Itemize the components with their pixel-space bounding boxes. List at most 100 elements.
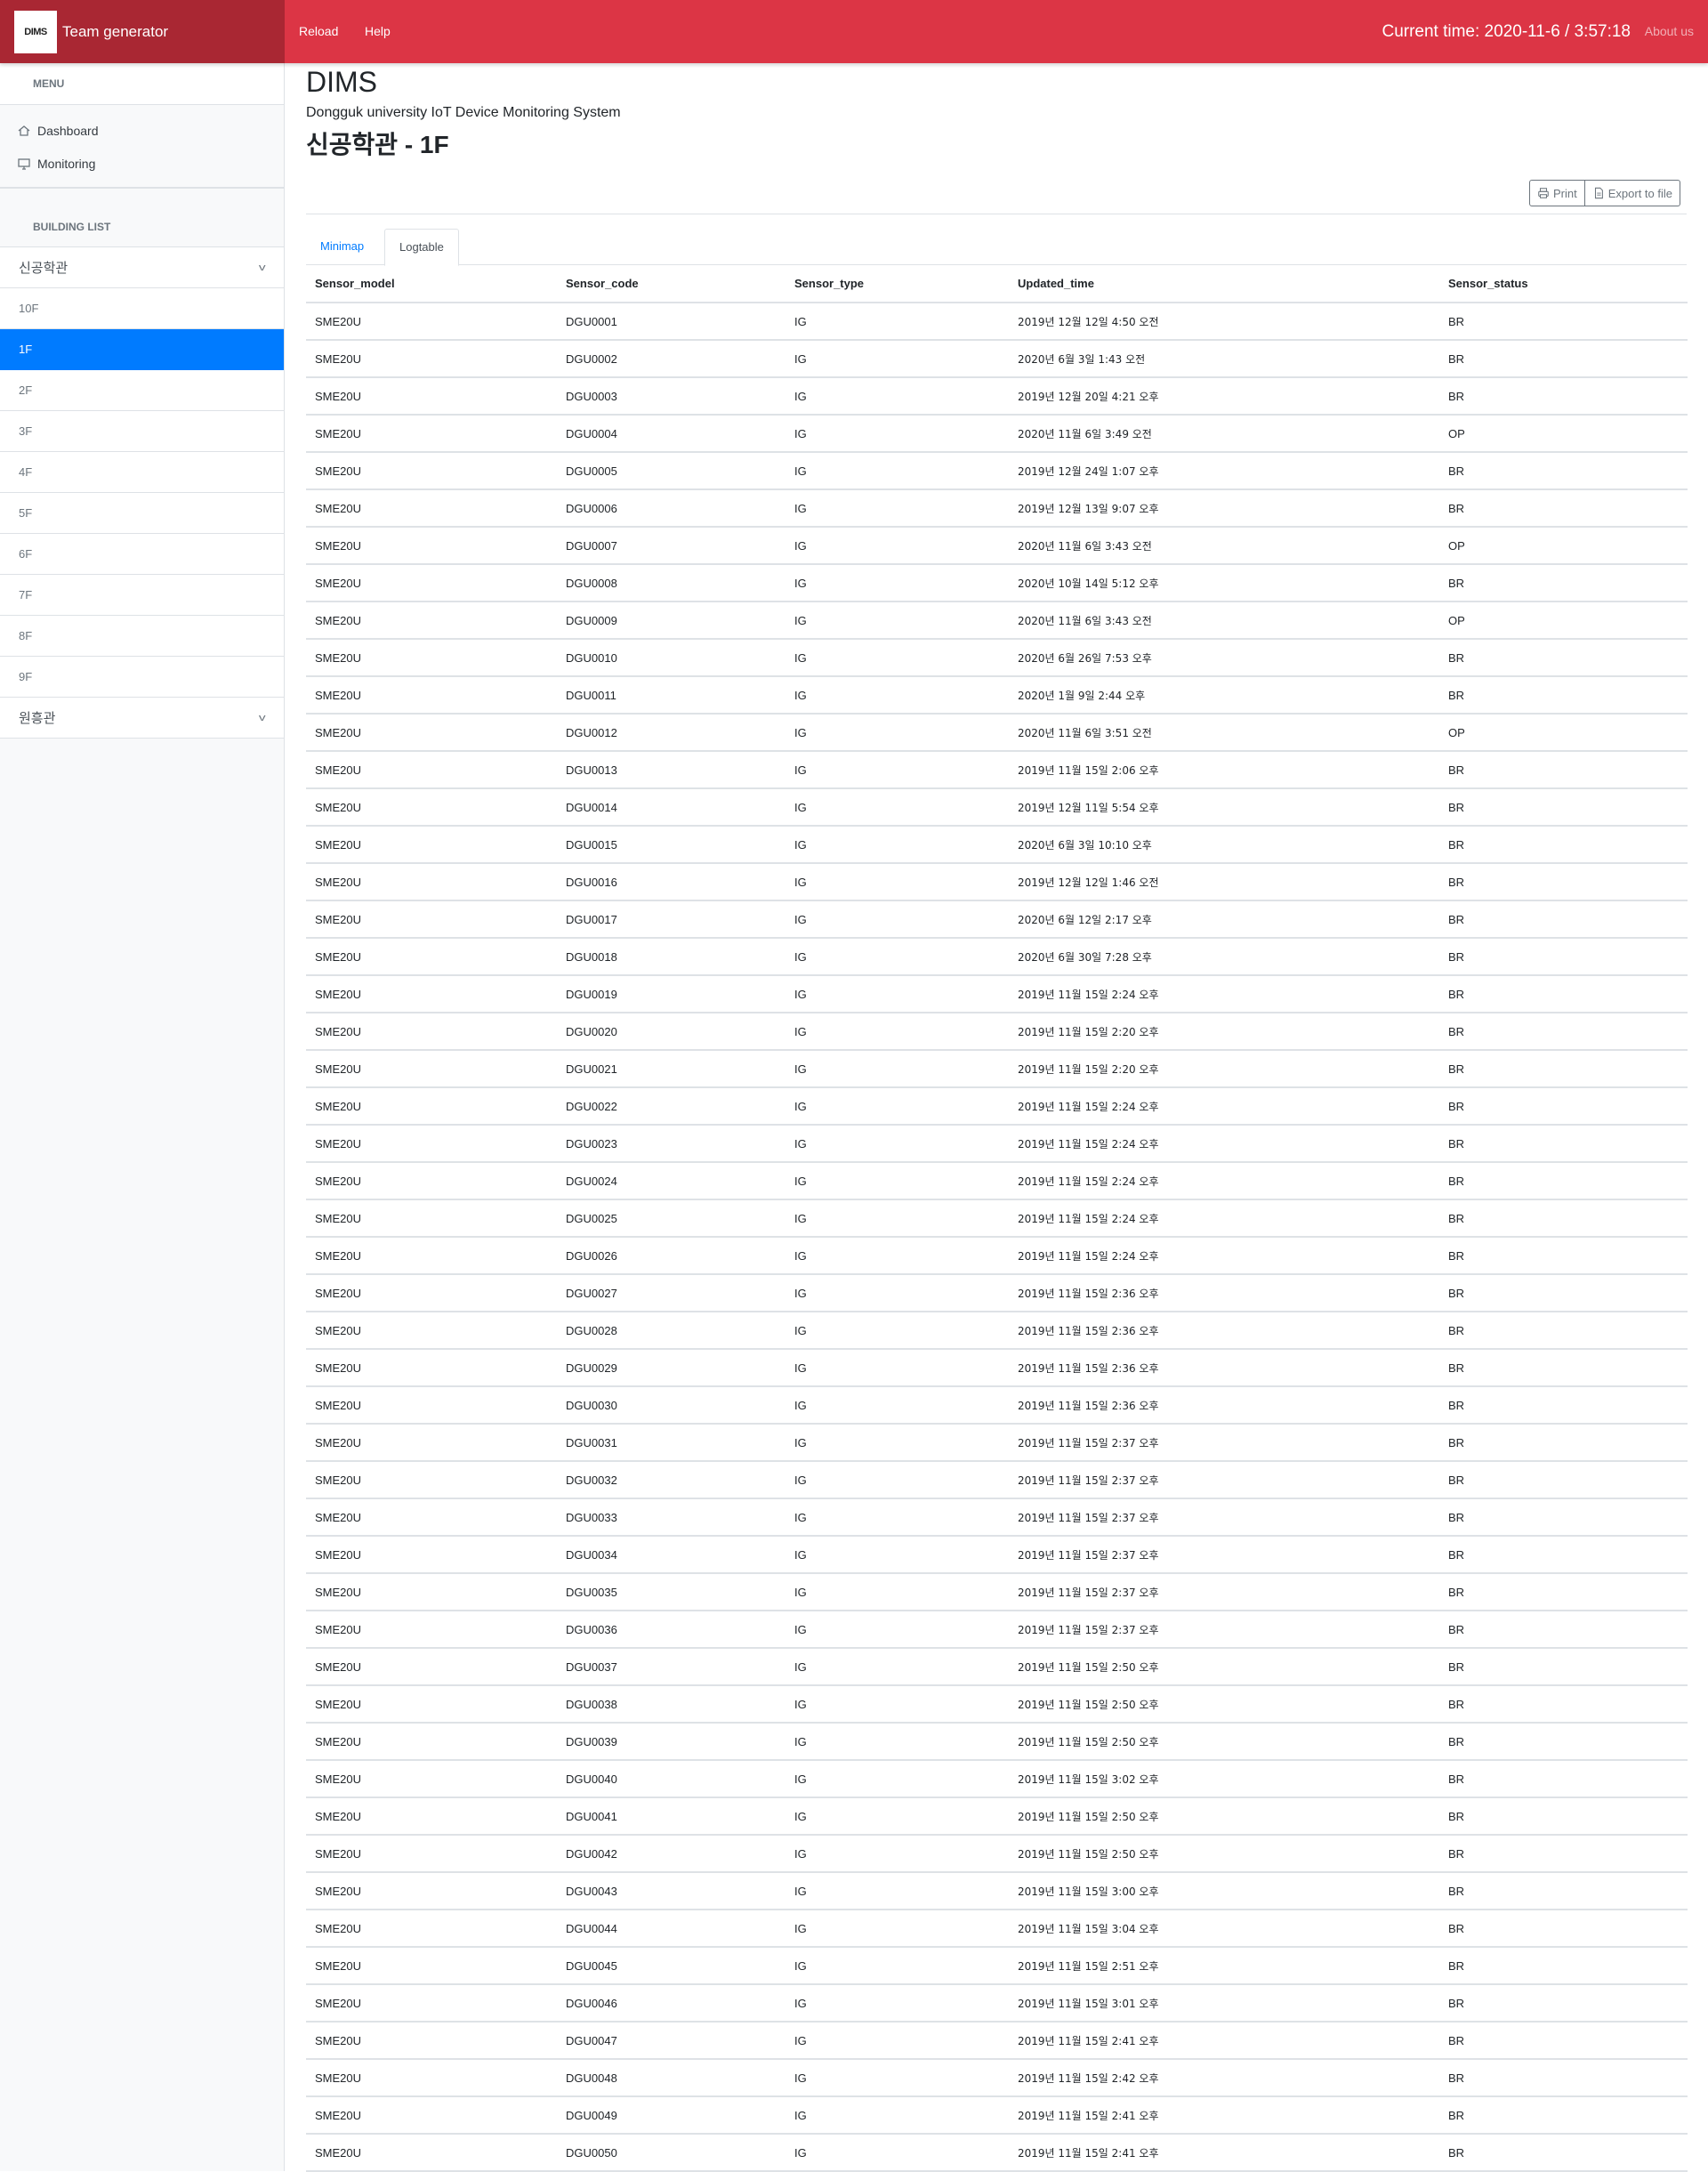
table-row[interactable]: SME20U DGU0011 IG 2020년 1월 9일 2:44 오후 BR [306, 676, 1688, 715]
about-us-link[interactable]: About us [1645, 0, 1694, 63]
table-row[interactable]: SME20U DGU0005 IG 2019년 12월 24일 1:07 오후 BR [306, 452, 1688, 490]
column-header-updated-time[interactable]: Updated_time [1009, 265, 1439, 303]
table-row[interactable]: SME20U DGU0037 IG 2019년 11월 15일 2:50 오후 BR [306, 1648, 1688, 1686]
floor-item-5f[interactable]: 5F [0, 493, 284, 534]
table-row[interactable]: SME20U DGU0046 IG 2019년 11월 15일 3:01 오후 BR [306, 1984, 1688, 2023]
help-link[interactable]: Help [365, 0, 391, 63]
table-row[interactable]: SME20U DGU0049 IG 2019년 11월 15일 2:41 오후 BR [306, 2096, 1688, 2135]
export-button[interactable]: Export to file [1584, 180, 1680, 206]
table-row[interactable]: SME20U DGU0009 IG 2020년 11월 6일 3:43 오전 OP [306, 602, 1688, 640]
table-row[interactable]: SME20U DGU0041 IG 2019년 11월 15일 2:50 오후 BR [306, 1797, 1688, 1836]
table-row[interactable]: SME20U DGU0027 IG 2019년 11월 15일 2:36 오후 BR [306, 1274, 1688, 1312]
table-row[interactable]: SME20U DGU0043 IG 2019년 11월 15일 3:00 오후 BR [306, 1872, 1688, 1910]
cell-sensor-model: SME20U [306, 1611, 557, 1649]
table-row[interactable]: SME20U DGU0004 IG 2020년 11월 6일 3:49 오전 OP [306, 415, 1688, 453]
table-row[interactable]: SME20U DGU0040 IG 2019년 11월 15일 3:02 오후 BR [306, 1760, 1688, 1798]
cell-sensor-code: DGU0026 [557, 1237, 786, 1275]
cell-updated-time: 2019년 11월 15일 2:41 오후 [1009, 2134, 1439, 2172]
table-row[interactable]: SME20U DGU0015 IG 2020년 6월 3일 10:10 오후 BR [306, 826, 1688, 864]
table-row[interactable]: SME20U DGU0033 IG 2019년 11월 15일 2:37 오후 BR [306, 1498, 1688, 1537]
table-row[interactable]: SME20U DGU0024 IG 2019년 11월 15일 2:24 오후 BR [306, 1162, 1688, 1200]
table-row[interactable]: SME20U DGU0028 IG 2019년 11월 15일 2:36 오후 BR [306, 1312, 1688, 1350]
brand[interactable]: DIMS Team generator [0, 0, 285, 63]
cell-updated-time: 2019년 11월 15일 2:37 오후 [1009, 1498, 1439, 1537]
table-row[interactable]: SME20U DGU0018 IG 2020년 6월 30일 7:28 오후 BR [306, 938, 1688, 976]
sidebar-item-dashboard[interactable]: Dashboard [0, 114, 284, 147]
table-row[interactable]: SME20U DGU0016 IG 2019년 12월 12일 1:46 오전 BR [306, 863, 1688, 901]
table-row[interactable]: SME20U DGU0031 IG 2019년 11월 15일 2:37 오후 BR [306, 1424, 1688, 1462]
cell-updated-time: 2020년 11월 6일 3:43 오전 [1009, 602, 1439, 640]
table-row[interactable]: SME20U DGU0034 IG 2019년 11월 15일 2:37 오후 BR [306, 1536, 1688, 1574]
floor-item-1f[interactable]: 1F [0, 329, 284, 370]
table-row[interactable]: SME20U DGU0013 IG 2019년 11월 15일 2:06 오후 BR [306, 751, 1688, 789]
column-header-sensor-code[interactable]: Sensor_code [557, 265, 786, 303]
cell-sensor-code: DGU0031 [557, 1424, 786, 1462]
table-row[interactable]: SME20U DGU0023 IG 2019년 11월 15일 2:24 오후 BR [306, 1125, 1688, 1163]
table-row[interactable]: SME20U DGU0021 IG 2019년 11월 15일 2:20 오후 BR [306, 1050, 1688, 1088]
table-row[interactable]: SME20U DGU0003 IG 2019년 12월 20일 4:21 오후 BR [306, 377, 1688, 416]
cell-sensor-status: BR [1439, 676, 1688, 715]
table-row[interactable]: SME20U DGU0036 IG 2019년 11월 15일 2:37 오후 BR [306, 1611, 1688, 1649]
column-header-sensor-type[interactable]: Sensor_type [786, 265, 1009, 303]
table-row[interactable]: SME20U DGU0014 IG 2019년 12월 11일 5:54 오후 BR [306, 788, 1688, 827]
floor-item-7f[interactable]: 7F [0, 575, 284, 616]
table-header-row: Sensor_model Sensor_code Sensor_type Upd… [306, 265, 1688, 303]
table-row[interactable]: SME20U DGU0012 IG 2020년 11월 6일 3:51 오전 OP [306, 714, 1688, 752]
cell-sensor-status: BR [1439, 1685, 1688, 1724]
cell-updated-time: 2019년 11월 15일 3:00 오후 [1009, 1872, 1439, 1910]
column-header-sensor-model[interactable]: Sensor_model [306, 265, 557, 303]
table-row[interactable]: SME20U DGU0042 IG 2019년 11월 15일 2:50 오후 BR [306, 1835, 1688, 1873]
cell-sensor-status: BR [1439, 751, 1688, 789]
table-row[interactable]: SME20U DGU0010 IG 2020년 6월 26일 7:53 오후 BR [306, 639, 1688, 677]
tab-minimap[interactable]: Minimap [306, 229, 378, 263]
table-row[interactable]: SME20U DGU0045 IG 2019년 11월 15일 2:51 오후 BR [306, 1947, 1688, 1985]
tab-logtable[interactable]: Logtable [384, 229, 459, 266]
table-row[interactable]: SME20U DGU0035 IG 2019년 11월 15일 2:37 오후 BR [306, 1573, 1688, 1611]
cell-sensor-model: SME20U [306, 1498, 557, 1537]
table-row[interactable]: SME20U DGU0038 IG 2019년 11월 15일 2:50 오후 BR [306, 1685, 1688, 1724]
table-row[interactable]: SME20U DGU0019 IG 2019년 11월 15일 2:24 오후 BR [306, 975, 1688, 1013]
cell-updated-time: 2019년 11월 15일 2:36 오후 [1009, 1386, 1439, 1425]
floor-item-6f[interactable]: 6F [0, 534, 284, 575]
cell-sensor-code: DGU0003 [557, 377, 786, 416]
table-row[interactable]: SME20U DGU0029 IG 2019년 11월 15일 2:36 오후 BR [306, 1349, 1688, 1387]
table-row[interactable]: SME20U DGU0039 IG 2019년 11월 15일 2:50 오후 BR [306, 1723, 1688, 1761]
table-row[interactable]: SME20U DGU0030 IG 2019년 11월 15일 2:36 오후 BR [306, 1386, 1688, 1425]
table-row[interactable]: SME20U DGU0048 IG 2019년 11월 15일 2:42 오후 BR [306, 2059, 1688, 2097]
table-row[interactable]: SME20U DGU0001 IG 2019년 12월 12일 4:50 오전 BR [306, 303, 1688, 341]
floor-item-2f[interactable]: 2F [0, 370, 284, 411]
table-row[interactable]: SME20U DGU0032 IG 2019년 11월 15일 2:37 오후 BR [306, 1461, 1688, 1499]
cell-sensor-status: BR [1439, 564, 1688, 602]
table-row[interactable]: SME20U DGU0008 IG 2020년 10월 14일 5:12 오후 BR [306, 564, 1688, 602]
floor-item-9f[interactable]: 9F [0, 657, 284, 698]
table-row[interactable]: SME20U DGU0026 IG 2019년 11월 15일 2:24 오후 BR [306, 1237, 1688, 1275]
cell-sensor-type: IG [786, 826, 1009, 864]
cell-sensor-model: SME20U [306, 938, 557, 976]
cell-sensor-status: BR [1439, 2059, 1688, 2097]
floor-item-8f[interactable]: 8F [0, 616, 284, 657]
print-button[interactable]: Print [1529, 180, 1585, 206]
column-header-sensor-status[interactable]: Sensor_status [1439, 265, 1688, 303]
table-row[interactable]: SME20U DGU0025 IG 2019년 11월 15일 2:24 오후 BR [306, 1199, 1688, 1238]
cell-sensor-model: SME20U [306, 1723, 557, 1761]
building-wonheunggwan[interactable]: 원흥관 v [0, 698, 284, 739]
table-row[interactable]: SME20U DGU0047 IG 2019년 11월 15일 2:41 오후 BR [306, 2022, 1688, 2060]
table-row[interactable]: SME20U DGU0017 IG 2020년 6월 12일 2:17 오후 BR [306, 900, 1688, 939]
reload-link[interactable]: Reload [299, 0, 338, 63]
table-row[interactable]: SME20U DGU0006 IG 2019년 12월 13일 9:07 오후 BR [306, 489, 1688, 528]
table-row[interactable]: SME20U DGU0022 IG 2019년 11월 15일 2:24 오후 BR [306, 1087, 1688, 1126]
cell-sensor-status: BR [1439, 303, 1688, 341]
building-list-heading: BUILDING LIST [0, 189, 284, 247]
table-row[interactable]: SME20U DGU0044 IG 2019년 11월 15일 3:04 오후 BR [306, 1910, 1688, 1948]
table-row[interactable]: SME20U DGU0007 IG 2020년 11월 6일 3:43 오전 OP [306, 527, 1688, 565]
table-row[interactable]: SME20U DGU0050 IG 2019년 11월 15일 2:41 오후 BR [306, 2134, 1688, 2172]
sidebar-item-monitoring[interactable]: Monitoring [0, 147, 284, 180]
floor-item-4f[interactable]: 4F [0, 452, 284, 493]
table-row[interactable]: SME20U DGU0020 IG 2019년 11월 15일 2:20 오후 BR [306, 1013, 1688, 1051]
cell-sensor-model: SME20U [306, 1797, 557, 1836]
floor-item-3f[interactable]: 3F [0, 411, 284, 452]
table-row[interactable]: SME20U DGU0002 IG 2020년 6월 3일 1:43 오전 BR [306, 340, 1688, 378]
cell-sensor-code: DGU0038 [557, 1685, 786, 1724]
floor-item-10f[interactable]: 10F [0, 288, 284, 329]
building-sin-gonghakgwan[interactable]: 신공학관 v [0, 247, 284, 288]
